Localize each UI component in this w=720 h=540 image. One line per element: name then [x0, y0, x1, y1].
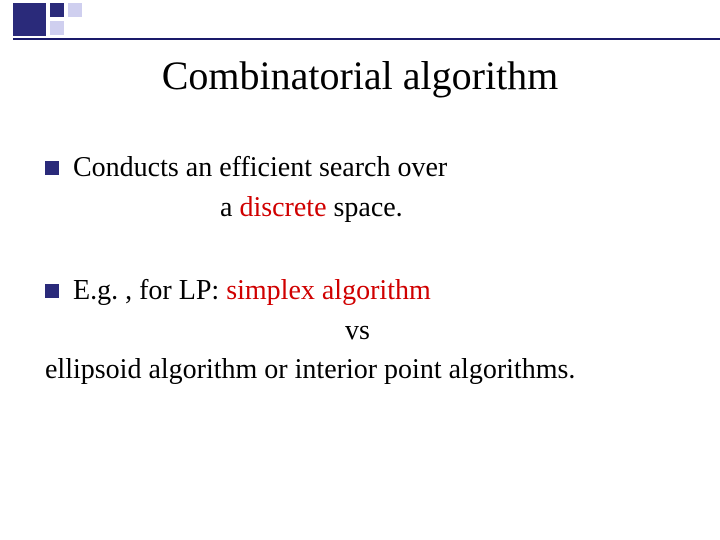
bullet-icon [45, 161, 59, 175]
bullet-1-line-2-suffix: space. [327, 192, 403, 223]
bullet-item-1: Conducts an efficient search over [45, 150, 690, 186]
bullet-block-2: E.g. , for LP: simplex algorithm vs elli… [45, 273, 690, 388]
header-divider [13, 38, 720, 40]
bullet-2-line-3: ellipsoid algorithm or interior point al… [45, 352, 690, 388]
slide-content: Conducts an efficient search over a disc… [45, 150, 690, 388]
corner-decoration [0, 0, 105, 42]
slide-title: Combinatorial algorithm [0, 52, 720, 99]
bullet-icon [45, 284, 59, 298]
bullet-1-line-2-prefix: a [220, 192, 239, 223]
vs-text: vs [45, 313, 690, 349]
deco-square-small-light-1 [50, 21, 64, 35]
deco-square-small-light-2 [68, 3, 82, 17]
deco-square-large [13, 3, 46, 36]
bullet-1-line-2: a discrete space. [45, 190, 690, 226]
simplex-highlight: simplex algorithm [226, 275, 431, 306]
bullet-2-prefix: E.g. , for LP: [73, 275, 226, 306]
bullet-1-line-1: Conducts an efficient search over [73, 152, 447, 183]
bullet-2-text: E.g. , for LP: simplex algorithm [73, 273, 690, 309]
discrete-highlight: discrete [239, 192, 326, 223]
bullet-item-2: E.g. , for LP: simplex algorithm [45, 273, 690, 309]
bullet-1-text: Conducts an efficient search over [73, 150, 690, 186]
deco-square-small-dark [50, 3, 64, 17]
